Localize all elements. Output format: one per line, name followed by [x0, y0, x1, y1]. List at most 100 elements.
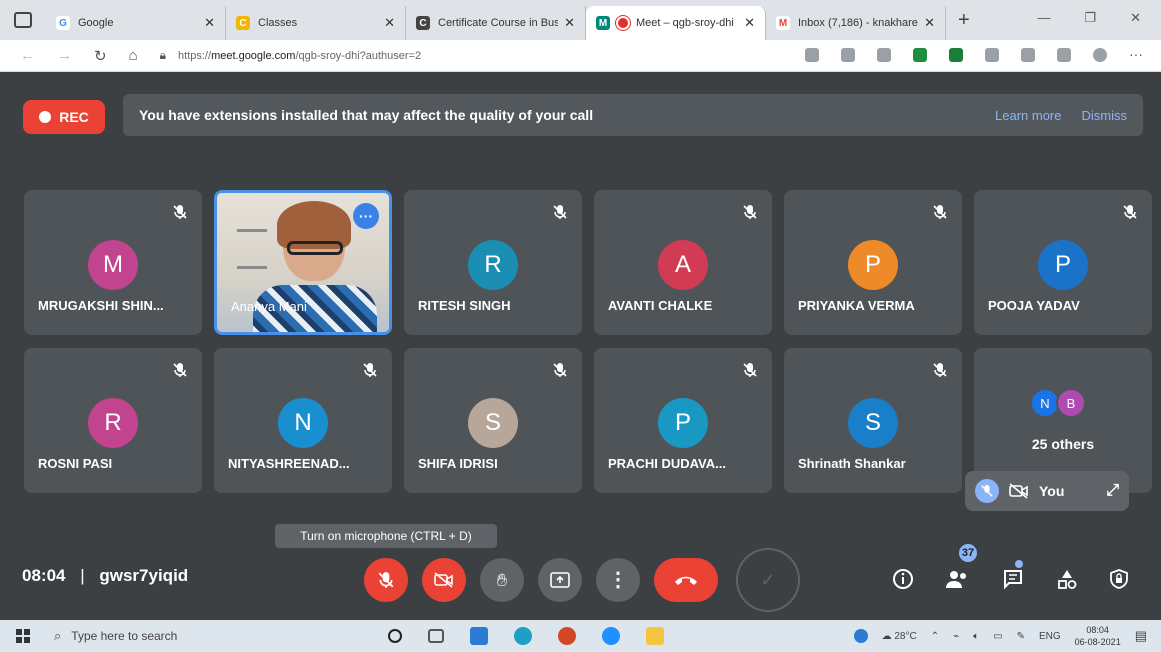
close-icon[interactable]: ✕	[204, 15, 215, 31]
minimize-icon[interactable]: —	[1037, 10, 1050, 26]
close-icon[interactable]: ✕	[744, 15, 755, 31]
people-button[interactable]	[944, 566, 970, 592]
present-screen-button[interactable]	[538, 558, 582, 602]
avatar: P	[848, 240, 898, 290]
battery-icon[interactable]: ▭	[993, 631, 1002, 642]
profile-icon[interactable]	[1093, 48, 1107, 62]
participant-name: MRUGAKSHI SHIN...	[38, 298, 164, 313]
dismiss-button[interactable]: Dismiss	[1082, 108, 1128, 123]
chat-button[interactable]	[1000, 566, 1026, 592]
url-path: /qgb-sroy-dhi?authuser=2	[295, 49, 422, 62]
search-icon: ⌕	[54, 628, 62, 643]
separator: |	[80, 566, 85, 585]
participant-name: POOJA YADAV	[988, 298, 1080, 313]
close-icon[interactable]: ✕	[924, 15, 935, 31]
pen-icon[interactable]: ✎	[1017, 631, 1025, 642]
back-icon[interactable]: ←	[20, 47, 35, 64]
powerpoint-icon[interactable]	[558, 627, 576, 645]
home-icon[interactable]: ⌂	[129, 47, 138, 64]
internet-explorer-icon[interactable]	[602, 627, 620, 645]
microphone-toggle-button[interactable]	[364, 558, 408, 602]
clock-time: 08:04	[1086, 625, 1109, 635]
tab-inbox[interactable]: M Inbox (7,186) - knakhare ✕	[766, 6, 946, 40]
participant-tile[interactable]: R ROSNI PASI	[24, 348, 202, 493]
cortana-icon[interactable]	[388, 629, 402, 643]
activities-button[interactable]	[1054, 566, 1080, 592]
chevron-up-icon[interactable]: ⌃	[931, 631, 939, 642]
participant-tile[interactable]: S SHIFA IDRISI	[404, 348, 582, 493]
self-view-pill[interactable]: You ⤢	[965, 471, 1129, 511]
windows-start-icon[interactable]	[16, 629, 30, 643]
sheets-extension-icon[interactable]	[949, 48, 963, 62]
help-icon[interactable]	[853, 629, 868, 643]
extension-icon[interactable]	[877, 48, 891, 62]
learn-more-link[interactable]: Learn more	[995, 108, 1061, 123]
participant-tile[interactable]: P POOJA YADAV	[974, 190, 1152, 335]
extension-icon[interactable]	[841, 48, 855, 62]
network-icon[interactable]: ⌁	[953, 631, 959, 642]
taskbar-search[interactable]: ⌕ Type here to search	[48, 620, 328, 652]
recording-indicator-icon	[618, 18, 628, 28]
camera-toggle-button[interactable]	[422, 558, 466, 602]
weather[interactable]: ☁︎ 28°C	[882, 631, 917, 642]
more-menu-icon[interactable]: ···	[1129, 47, 1143, 62]
participant-tile[interactable]: P PRIYANKA VERMA	[784, 190, 962, 335]
more-options-icon[interactable]: ···	[353, 203, 379, 229]
url-prefix: https://	[178, 49, 212, 62]
participant-tile[interactable]: P PRACHI DUDAVA...	[594, 348, 772, 493]
meeting-details-button[interactable]	[890, 566, 916, 592]
participant-tile[interactable]: M MRUGAKSHI SHIN...	[24, 190, 202, 335]
participant-tile[interactable]: S Shrinath Shankar	[784, 348, 962, 493]
tab-certificate-course[interactable]: C Certificate Course in Busi ✕	[406, 6, 586, 40]
url-field[interactable]: https://meet.google.com/qgb-sroy-dhi?aut…	[178, 50, 421, 62]
leave-call-button[interactable]	[654, 558, 718, 602]
tab-classes[interactable]: C Classes ✕	[226, 6, 406, 40]
expand-icon[interactable]: ⤢	[1106, 482, 1119, 500]
window-controls: — ❐ ✕	[1037, 10, 1141, 26]
close-icon[interactable]: ✕	[384, 15, 395, 31]
check-button[interactable]: ✓	[736, 548, 800, 612]
meet-stage: REC You have extensions installed that m…	[0, 72, 1161, 620]
people-icon	[946, 571, 966, 588]
tab-label: Certificate Course in Busi	[438, 17, 559, 29]
more-options-button[interactable]: ⋮	[596, 558, 640, 602]
new-tab-icon[interactable]: +	[958, 9, 970, 32]
language-indicator[interactable]: ENG	[1039, 631, 1061, 642]
chat-icon	[1004, 570, 1022, 590]
extension-icon[interactable]	[805, 48, 819, 62]
refresh-icon[interactable]	[985, 48, 999, 62]
shield-lock-icon	[1110, 569, 1128, 589]
volume-icon[interactable]: 🔈︎	[973, 631, 979, 642]
close-icon[interactable]: ✕	[564, 15, 575, 31]
checkmark-extension-icon[interactable]	[913, 48, 927, 62]
avatar: B	[1056, 388, 1086, 418]
camera-off-icon[interactable]	[1009, 483, 1029, 499]
maximize-icon[interactable]: ❐	[1084, 10, 1096, 26]
participant-tile[interactable]: R RITESH SINGH	[404, 190, 582, 335]
close-window-icon[interactable]: ✕	[1130, 10, 1141, 26]
tab-actions-icon[interactable]	[14, 12, 32, 28]
host-controls-button[interactable]	[1106, 566, 1132, 592]
taskbar-clock[interactable]: 08:04 06-08-2021	[1075, 624, 1121, 648]
tab-label: Meet – qgb-sroy-dhi	[636, 17, 734, 29]
participant-tile[interactable]: A AVANTI CHALKE	[594, 190, 772, 335]
tab-meet[interactable]: M Meet – qgb-sroy-dhi ✕	[586, 6, 766, 40]
calendar-app-icon[interactable]	[470, 627, 488, 645]
collections-icon[interactable]	[1057, 48, 1071, 62]
participant-video-tile[interactable]: ··· Ananya Mani	[214, 190, 392, 335]
reload-icon[interactable]: ↻	[94, 47, 107, 65]
task-view-icon[interactable]	[428, 629, 444, 643]
edge-icon[interactable]	[514, 627, 532, 645]
tab-google[interactable]: G Google ✕	[46, 6, 226, 40]
forward-icon[interactable]: →	[57, 47, 72, 64]
more-vert-icon: ⋮	[608, 569, 628, 591]
raise-hand-button[interactable]: ✋︎	[480, 558, 524, 602]
participant-name: NITYASHREENAD...	[228, 456, 350, 471]
mic-off-icon[interactable]	[975, 479, 999, 503]
participant-glasses	[287, 241, 343, 255]
recording-badge: REC	[23, 100, 105, 134]
participant-tile[interactable]: N NITYASHREENAD...	[214, 348, 392, 493]
notifications-icon[interactable]: ▤	[1135, 628, 1147, 644]
file-explorer-icon[interactable]	[646, 627, 664, 645]
favorites-icon[interactable]	[1021, 48, 1035, 62]
